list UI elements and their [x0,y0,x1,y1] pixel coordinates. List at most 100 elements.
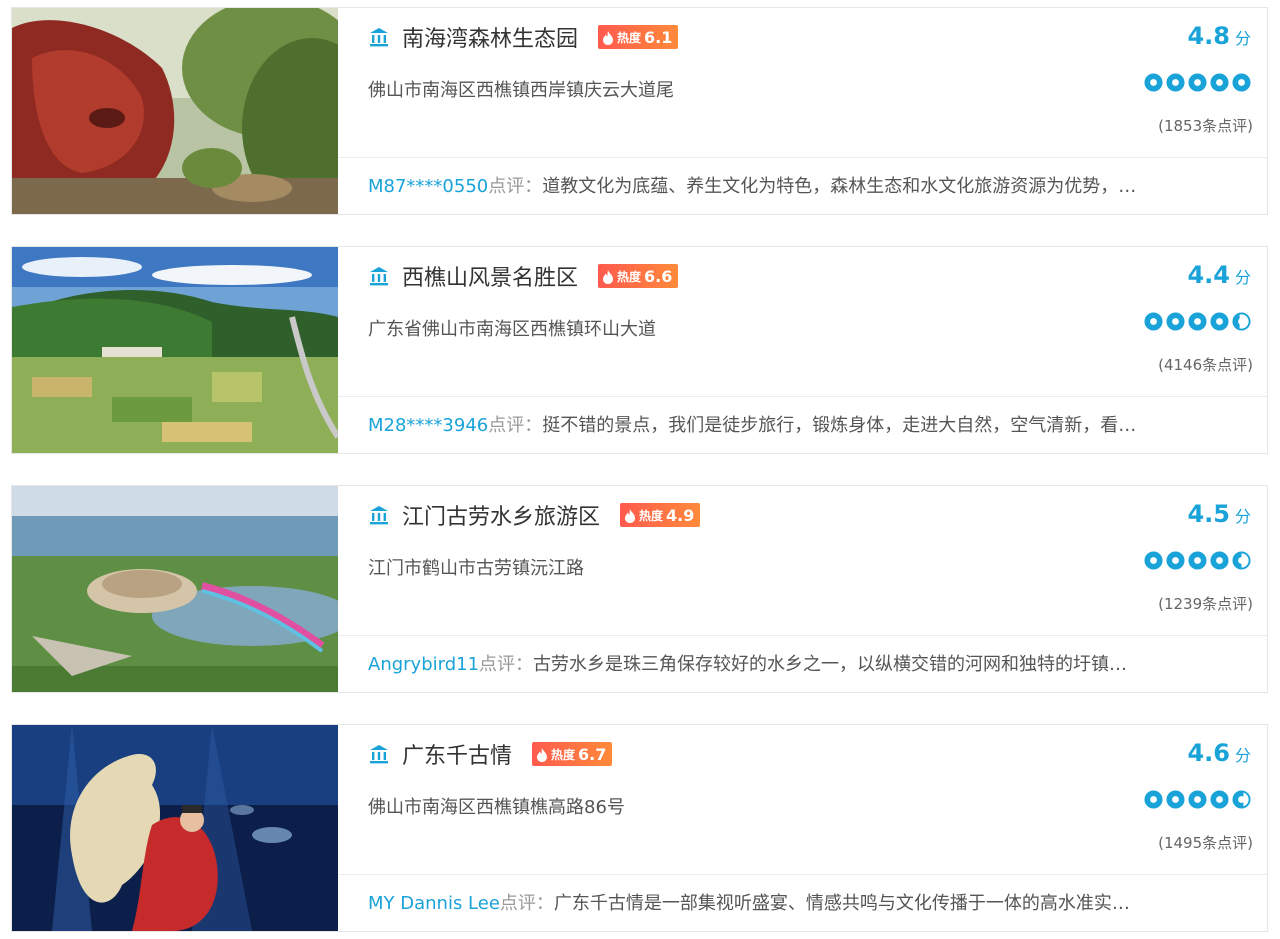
attraction-card[interactable]: 江门古劳水乡旅游区 热度 4.9 江门市鹤山市古劳镇沅江路 4.5 分 (123… [11,485,1268,693]
rating-dots [1141,551,1251,570]
comment-text: 挺不错的景点，我们是徒步旅行，锻炼身体，走进大自然，空气清新，看… [542,415,1137,436]
review-count[interactable]: (1495条点评) [1158,832,1253,853]
comment-separator: 点评： [499,893,554,914]
featured-comment[interactable]: M87****0550点评：道教文化为底蕴、养生文化为特色，森林生态和水文化旅游… [368,172,1237,198]
heat-value: 6.6 [644,266,673,286]
attraction-name[interactable]: 南海湾森林生态园 [402,21,578,53]
attraction-card[interactable]: 广东千古情 热度 6.7 佛山市南海区西樵镇樵高路86号 4.6 分 (1495… [11,724,1268,932]
rating-circle-icon [1188,790,1207,809]
attraction-info: 西樵山风景名胜区 热度 6.6 广东省佛山市南海区西樵镇环山大道 4.4 分 (… [338,247,1267,453]
museum-pillar-icon [368,265,390,287]
attraction-address: 佛山市南海区西樵镇樵高路86号 [368,797,625,818]
attraction-photo[interactable] [12,247,338,453]
attraction-address: 江门市鹤山市古劳镇沅江路 [368,558,584,579]
attraction-photo[interactable] [12,8,338,214]
comment-user[interactable]: M28****3946 [368,415,488,436]
heat-label: 热度 [617,269,642,284]
rating-circle-icon [1166,551,1185,570]
flame-icon [602,269,614,284]
score: 4.6 分 [1187,739,1251,767]
attraction-info: 江门古劳水乡旅游区 热度 4.9 江门市鹤山市古劳镇沅江路 4.5 分 (123… [338,486,1267,692]
rating-circle-icon [1210,312,1229,331]
heat-value: 6.1 [644,27,673,47]
rating-circle-icon [1232,551,1251,570]
rating-circle-icon [1166,790,1185,809]
rating-circle-icon [1210,551,1229,570]
rating-circle-icon [1188,312,1207,331]
title-row: 江门古劳水乡旅游区 热度 4.9 [368,499,701,531]
attraction-photo[interactable] [12,725,338,931]
featured-comment[interactable]: Angrybird11点评：古劳水乡是珠三角保存较好的水乡之一，以纵横交错的河网… [368,650,1237,676]
rating-circle-icon [1144,312,1163,331]
attraction-name[interactable]: 西樵山风景名胜区 [402,260,578,292]
rating-circle-icon [1144,73,1163,92]
review-count[interactable]: (1239条点评) [1158,593,1253,614]
comment-separator: 点评： [488,176,543,197]
rating-dots [1141,790,1251,809]
score-value: 4.5 [1187,500,1230,528]
comment-user[interactable]: M87****0550 [368,176,488,197]
score-value: 4.6 [1187,739,1230,767]
rating-circle-icon [1144,551,1163,570]
comment-text: 道教文化为底蕴、养生文化为特色，森林生态和水文化旅游资源为优势，… [542,176,1137,197]
featured-comment[interactable]: MY Dannis Lee点评：广东千古情是一部集视听盛宴、情感共鸣与文化传播于… [368,889,1237,915]
score-unit: 分 [1234,268,1251,287]
title-row: 南海湾森林生态园 热度 6.1 [368,21,679,53]
flame-icon [602,30,614,45]
rating-circle-icon [1188,73,1207,92]
heat-badge: 热度 4.9 [620,503,701,527]
divider [338,157,1267,158]
score-unit: 分 [1234,746,1251,765]
attraction-address: 佛山市南海区西樵镇西岸镇庆云大道尾 [368,80,674,101]
rating-dots [1141,73,1251,92]
flame-icon [624,508,636,523]
attraction-info: 南海湾森林生态园 热度 6.1 佛山市南海区西樵镇西岸镇庆云大道尾 4.8 分 … [338,8,1267,214]
title-row: 西樵山风景名胜区 热度 6.6 [368,260,679,292]
comment-user[interactable]: MY Dannis Lee [368,893,500,914]
comment-text: 古劳水乡是珠三角保存较好的水乡之一，以纵横交错的河网和独特的圩镇… [533,654,1128,675]
rating-circle-icon [1188,551,1207,570]
attraction-name[interactable]: 江门古劳水乡旅游区 [402,499,600,531]
attraction-info: 广东千古情 热度 6.7 佛山市南海区西樵镇樵高路86号 4.6 分 (1495… [338,725,1267,931]
heat-badge: 热度 6.7 [532,742,613,766]
comment-separator: 点评： [488,415,543,436]
attraction-name[interactable]: 广东千古情 [402,738,512,770]
review-count[interactable]: (1853条点评) [1158,115,1253,136]
attraction-card[interactable]: 南海湾森林生态园 热度 6.1 佛山市南海区西樵镇西岸镇庆云大道尾 4.8 分 … [11,7,1268,215]
museum-pillar-icon [368,26,390,48]
rating-circle-icon [1210,790,1229,809]
heat-label: 热度 [617,30,642,45]
divider [338,874,1267,875]
heat-label: 热度 [639,508,664,523]
title-row: 广东千古情 热度 6.7 [368,738,613,770]
rating-circle-icon [1144,790,1163,809]
attraction-card[interactable]: 西樵山风景名胜区 热度 6.6 广东省佛山市南海区西樵镇环山大道 4.4 分 (… [11,246,1268,454]
rating-circle-icon [1166,312,1185,331]
comment-user[interactable]: Angrybird11 [368,654,479,675]
museum-pillar-icon [368,743,390,765]
divider [338,635,1267,636]
rating-circle-icon [1232,790,1251,809]
rating-circle-icon [1232,73,1251,92]
attraction-list: 南海湾森林生态园 热度 6.1 佛山市南海区西樵镇西岸镇庆云大道尾 4.8 分 … [0,0,1280,939]
heat-value: 6.7 [578,744,607,764]
featured-comment[interactable]: M28****3946点评：挺不错的景点，我们是徒步旅行，锻炼身体，走进大自然，… [368,411,1237,437]
museum-pillar-icon [368,504,390,526]
attraction-address: 广东省佛山市南海区西樵镇环山大道 [368,319,656,340]
score: 4.8 分 [1187,22,1251,50]
attraction-photo[interactable] [12,486,338,692]
heat-label: 热度 [551,747,576,762]
heat-value: 4.9 [666,505,695,525]
score-value: 4.8 [1187,22,1230,50]
rating-circle-icon [1232,312,1251,331]
score-unit: 分 [1234,29,1251,48]
rating-circle-icon [1166,73,1185,92]
heat-badge: 热度 6.1 [598,25,679,49]
score: 4.4 分 [1187,261,1251,289]
rating-circle-icon [1210,73,1229,92]
heat-badge: 热度 6.6 [598,264,679,288]
comment-separator: 点评： [479,654,534,675]
score: 4.5 分 [1187,500,1251,528]
review-count[interactable]: (4146条点评) [1158,354,1253,375]
score-value: 4.4 [1187,261,1230,289]
